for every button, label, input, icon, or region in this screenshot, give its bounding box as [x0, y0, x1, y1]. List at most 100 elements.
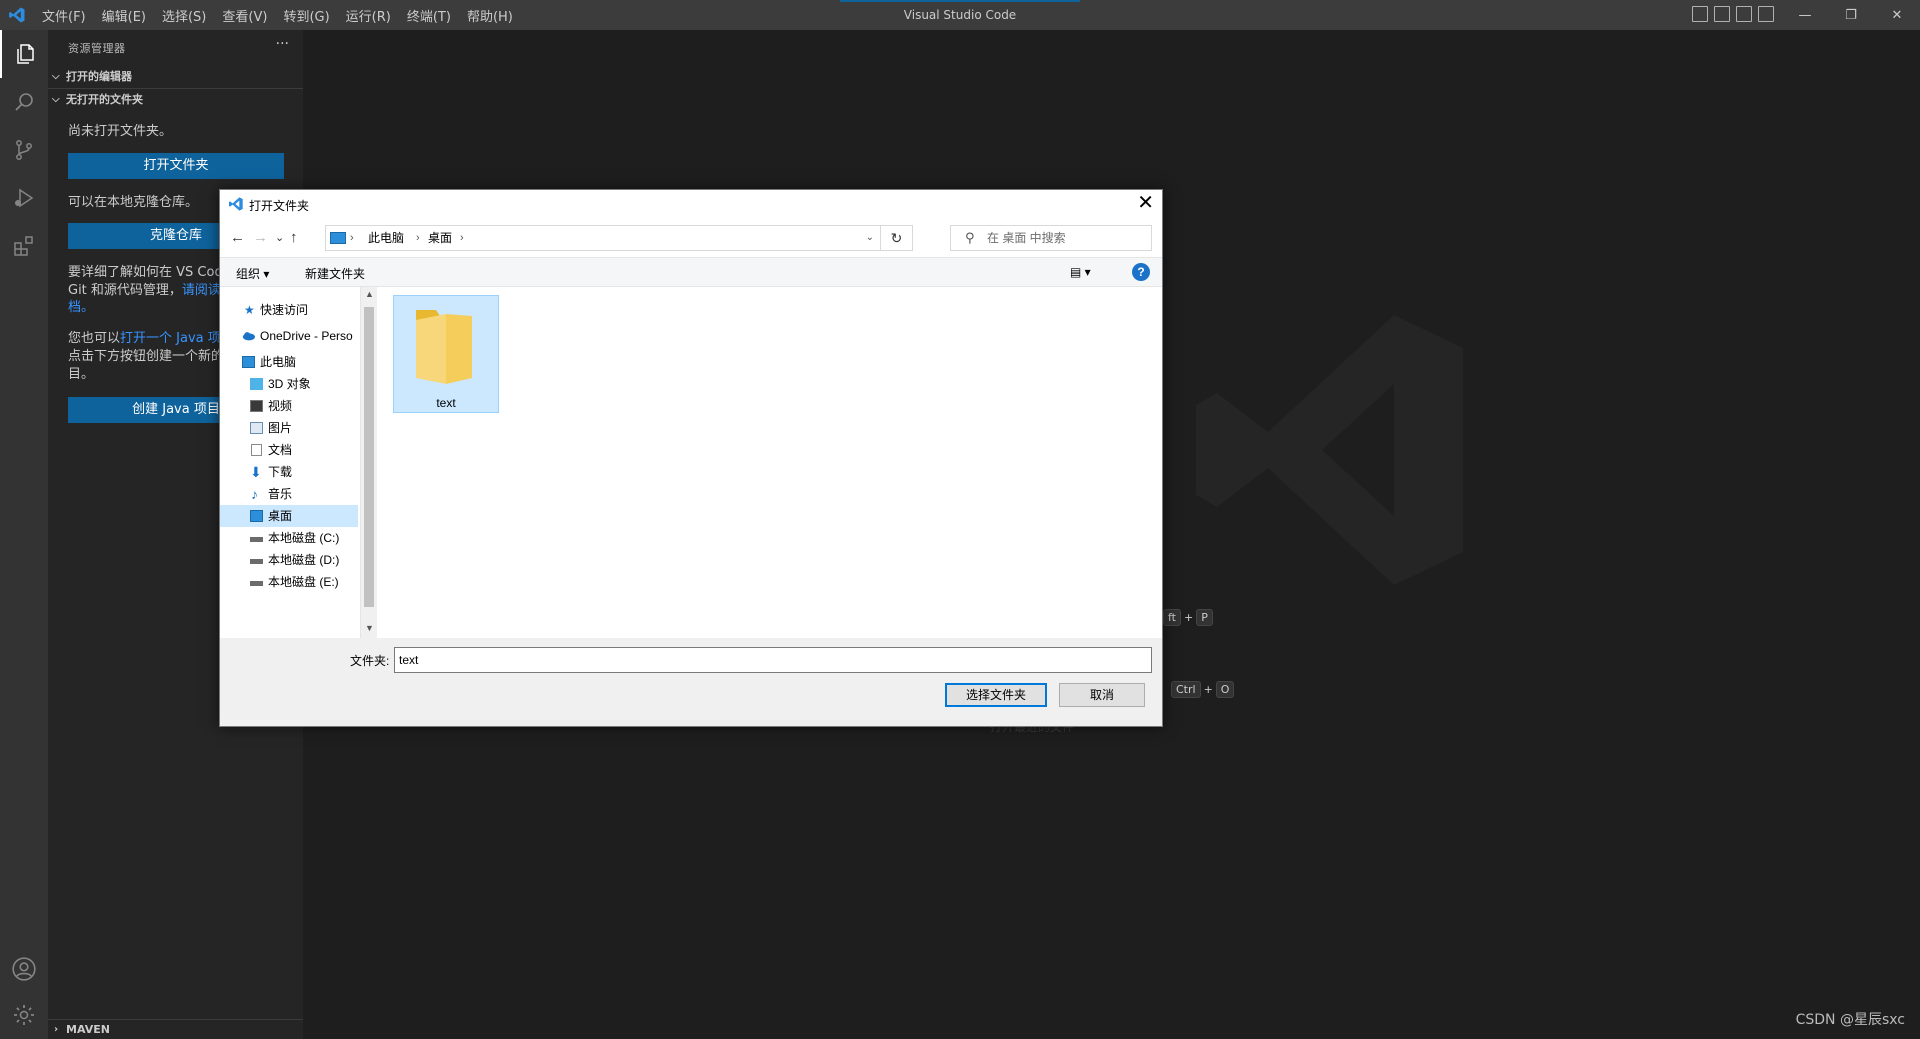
maven-label: MAVEN	[66, 1023, 110, 1036]
organize-button[interactable]: 组织 ▾	[236, 265, 269, 282]
extensions-icon[interactable]	[0, 222, 48, 270]
refresh-button[interactable]: ↻	[880, 226, 912, 250]
menu-run[interactable]: 运行(R)	[346, 6, 391, 25]
new-folder-button[interactable]: 新建文件夹	[305, 265, 365, 282]
explorer-icon[interactable]	[0, 30, 48, 78]
nav-item-music[interactable]: ♪ 音乐	[220, 483, 358, 505]
address-dropdown-button[interactable]: ⌄	[866, 226, 874, 250]
desktop-icon	[250, 510, 263, 522]
pictures-icon	[250, 422, 263, 434]
minimize-button[interactable]: —	[1782, 0, 1828, 30]
menu-go[interactable]: 转到(G)	[283, 6, 329, 25]
cancel-button[interactable]: 取消	[1059, 683, 1145, 707]
nav-item-3d-objects[interactable]: 3D 对象	[220, 373, 358, 395]
run-debug-icon[interactable]	[0, 174, 48, 222]
search-box[interactable]: ⚲ 在 桌面 中搜索	[950, 225, 1152, 251]
layout-controls	[1692, 6, 1774, 22]
window-controls: — ❐ ✕	[1782, 0, 1920, 30]
help-button[interactable]: ?	[1132, 263, 1150, 281]
menu-terminal[interactable]: 终端(T)	[407, 6, 451, 25]
dialog-toolbar: 组织 ▾ 新建文件夹 ▤ ▾ ?	[220, 257, 1162, 287]
breadcrumb-separator: ›	[416, 232, 420, 244]
recent-locations-button[interactable]: ⌄	[275, 231, 284, 244]
search-icon[interactable]	[0, 78, 48, 126]
navigation-scrollbar[interactable]: ▲ ▼	[360, 287, 377, 638]
nav-item-label: 本地磁盘 (C:)	[268, 531, 340, 545]
video-icon	[250, 400, 263, 412]
address-bar[interactable]: › 此电脑 › 桌面 › ⌄ ↻	[325, 225, 913, 251]
nav-item-label: 快速访问	[260, 303, 309, 317]
shortcut-hint-2: Ctrl + O	[1168, 681, 1237, 698]
navigation-pane: ★ 快速访问 OneDrive - Perso 此电脑 3D 对象 视频 图片 …	[220, 287, 360, 638]
up-button[interactable]: ↑	[290, 229, 298, 246]
nav-item-label: 图片	[268, 421, 293, 435]
nav-item-label: 3D 对象	[268, 377, 311, 391]
no-folder-section[interactable]: ⌵ 无打开的文件夹	[48, 88, 303, 110]
more-actions-icon[interactable]: ···	[276, 36, 289, 52]
nav-item-documents[interactable]: 文档	[220, 439, 358, 461]
learn-text-line2-plain: Git 和源代码管理，	[68, 283, 182, 298]
nav-item-this-pc[interactable]: 此电脑	[220, 351, 358, 373]
activity-bar	[0, 30, 48, 1039]
nav-item-quick-access[interactable]: ★ 快速访问	[220, 299, 358, 321]
shortcut-key: ft	[1163, 609, 1181, 626]
dialog-close-button[interactable]: ✕	[1137, 192, 1154, 214]
nav-item-drive-e[interactable]: 本地磁盘 (E:)	[220, 571, 358, 593]
folder-field-label: 文件夹:	[350, 654, 390, 668]
menu-view[interactable]: 查看(V)	[222, 6, 267, 25]
vscode-logo-icon[interactable]	[8, 6, 26, 24]
dialog-title: 打开文件夹	[249, 199, 310, 213]
breadcrumb-this-pc[interactable]: 此电脑	[368, 226, 404, 250]
account-icon[interactable]	[0, 945, 48, 993]
menu-help[interactable]: 帮助(H)	[467, 6, 513, 25]
toggle-secondary-sidebar-icon[interactable]	[1736, 6, 1752, 22]
folder-content-pane: text	[377, 287, 1162, 638]
breadcrumb-desktop[interactable]: 桌面	[428, 226, 452, 250]
settings-gear-icon[interactable]	[0, 991, 48, 1039]
close-window-button[interactable]: ✕	[1874, 0, 1920, 30]
maximize-button[interactable]: ❐	[1828, 0, 1874, 30]
view-options-button[interactable]: ▤ ▾	[1070, 265, 1091, 279]
open-folder-button[interactable]: 打开文件夹	[68, 153, 284, 179]
menu-bar: 文件(F) 编辑(E) 选择(S) 查看(V) 转到(G) 运行(R) 终端(T…	[42, 0, 529, 30]
music-icon: ♪	[251, 486, 258, 502]
drive-icon	[250, 559, 263, 564]
menu-file[interactable]: 文件(F)	[42, 6, 86, 25]
menu-selection[interactable]: 选择(S)	[162, 6, 206, 25]
title-bar: 文件(F) 编辑(E) 选择(S) 查看(V) 转到(G) 运行(R) 终端(T…	[0, 0, 1920, 30]
customize-layout-icon[interactable]	[1758, 6, 1774, 22]
nav-item-drive-c[interactable]: 本地磁盘 (C:)	[220, 527, 358, 549]
drive-icon	[250, 537, 263, 542]
back-button[interactable]: ←	[230, 229, 245, 246]
nav-item-label: 文档	[268, 443, 293, 457]
nav-item-drive-d[interactable]: 本地磁盘 (D:)	[220, 549, 358, 571]
scrollbar-thumb[interactable]	[364, 307, 374, 607]
menu-edit[interactable]: 编辑(E)	[102, 6, 146, 25]
nav-item-label: 本地磁盘 (E:)	[268, 575, 339, 589]
open-java-project-link[interactable]: 打开一个 Java 项	[120, 331, 221, 346]
nav-item-desktop[interactable]: 桌面	[220, 505, 358, 527]
open-editors-section[interactable]: ⌵ 打开的编辑器	[48, 66, 303, 88]
source-control-icon[interactable]	[0, 126, 48, 174]
dialog-title-bar: 打开文件夹 ✕	[220, 190, 1162, 219]
nav-item-label: 此电脑	[260, 355, 297, 369]
folder-item[interactable]: text	[393, 295, 499, 413]
nav-item-pictures[interactable]: 图片	[220, 417, 358, 439]
select-folder-button[interactable]: 选择文件夹	[945, 683, 1047, 707]
scroll-down-icon[interactable]: ▼	[361, 623, 378, 633]
forward-button[interactable]: →	[253, 229, 268, 246]
nav-item-label: 桌面	[268, 509, 293, 523]
breadcrumb-separator: ›	[460, 232, 464, 244]
read-docs-link[interactable]: 请阅读	[182, 283, 221, 298]
scroll-up-icon[interactable]: ▲	[361, 289, 378, 299]
folder-name: text	[436, 396, 456, 410]
nav-item-downloads[interactable]: ⬇ 下载	[220, 461, 358, 483]
maven-section[interactable]: › MAVEN	[48, 1019, 303, 1039]
toggle-panel-icon[interactable]	[1714, 6, 1730, 22]
toggle-primary-sidebar-icon[interactable]	[1692, 6, 1708, 22]
folder-name-input[interactable]: text	[394, 647, 1152, 673]
nav-item-videos[interactable]: 视频	[220, 395, 358, 417]
nav-item-onedrive[interactable]: OneDrive - Perso	[220, 325, 358, 347]
shortcut-key: O	[1215, 681, 1235, 698]
nav-item-label: 音乐	[268, 487, 293, 501]
